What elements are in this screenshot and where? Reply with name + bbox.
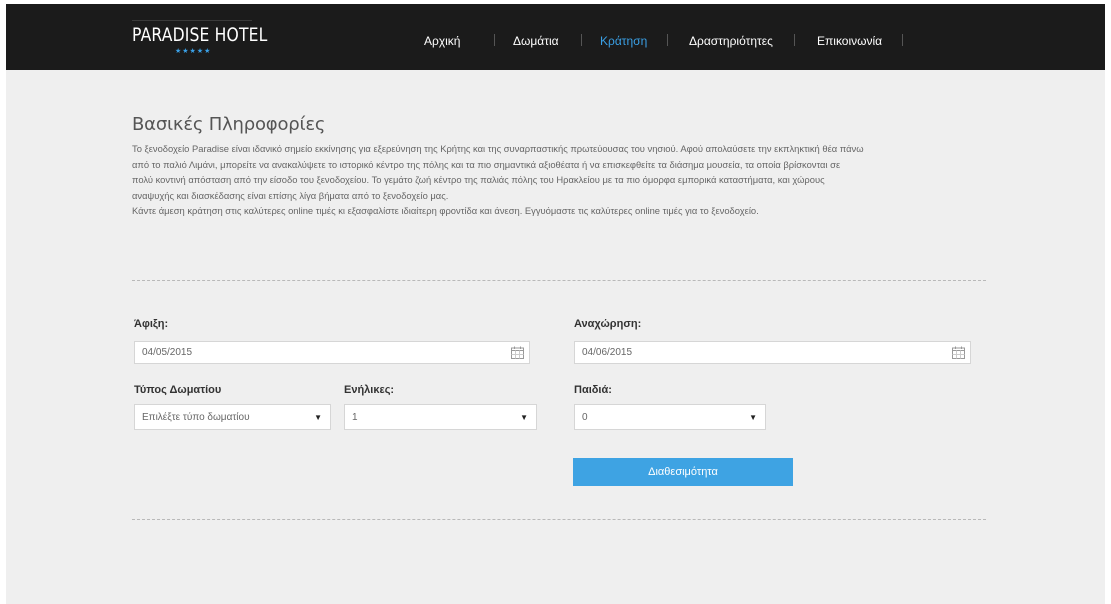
- top-divider: [132, 280, 986, 281]
- nav-item-home[interactable]: Αρχική: [424, 34, 460, 48]
- room-type-label: Τύπος Δωματίου: [134, 384, 222, 396]
- arrival-date-field[interactable]: 04/05/2015: [134, 341, 530, 364]
- paragraph-line: πολύ κοντινή απόσταση από την είσοδο του…: [132, 174, 825, 186]
- arrival-label: Άφιξη:: [134, 318, 169, 330]
- departure-date-value: 04/06/2015: [582, 347, 633, 358]
- nav-separator: [794, 34, 795, 46]
- intro-paragraph: Το ξενοδοχείο Paradise είναι ιδανικό σημ…: [132, 141, 992, 219]
- calendar-icon[interactable]: [952, 346, 965, 359]
- logo-text: PARADISE HOTEL: [132, 24, 268, 46]
- nav-separator: [902, 34, 903, 46]
- page-frame: PARADISE HOTEL ★★★★★ Αρχική Δωμάτια Κράτ…: [6, 4, 1105, 604]
- children-value: 0: [582, 412, 588, 423]
- nav-item-activities[interactable]: Δραστηριότητες: [689, 34, 773, 48]
- children-label: Παιδιά:: [574, 384, 612, 396]
- top-navbar: PARADISE HOTEL ★★★★★ Αρχική Δωμάτια Κράτ…: [6, 4, 1105, 70]
- children-select[interactable]: 0 ▼: [574, 404, 766, 430]
- adults-value: 1: [352, 412, 358, 423]
- bottom-divider: [132, 519, 986, 520]
- nav-item-contact[interactable]: Επικοινωνία: [817, 34, 882, 48]
- chevron-down-icon: ▼: [314, 413, 322, 422]
- nav-item-rooms[interactable]: Δωμάτια: [513, 34, 559, 48]
- room-type-select[interactable]: Επιλέξτε τύπο δωματίου ▼: [134, 404, 331, 430]
- check-availability-button[interactable]: Διαθεσιμότητα: [573, 458, 793, 486]
- nav-separator: [581, 34, 582, 46]
- paragraph-line: από το παλιό Λιμάνι, μπορείτε να ανακαλύ…: [132, 158, 841, 170]
- departure-date-field[interactable]: 04/06/2015: [574, 341, 971, 364]
- adults-select[interactable]: 1 ▼: [344, 404, 537, 430]
- nav-separator: [494, 34, 495, 46]
- arrival-date-value: 04/05/2015: [142, 347, 193, 358]
- room-type-value: Επιλέξτε τύπο δωματίου: [142, 412, 250, 423]
- nav-item-booking[interactable]: Κράτηση: [600, 34, 647, 48]
- adults-label: Ενήλικες:: [344, 384, 395, 396]
- nav-separator: [667, 34, 668, 46]
- paragraph-line: Κάντε άμεση κράτηση στις καλύτερες onlin…: [132, 205, 759, 217]
- calendar-icon[interactable]: [511, 346, 524, 359]
- chevron-down-icon: ▼: [749, 413, 757, 422]
- paragraph-line: Το ξενοδοχείο Paradise είναι ιδανικό σημ…: [132, 143, 864, 154]
- chevron-down-icon: ▼: [520, 413, 528, 422]
- paragraph-line: αναψυχής και διασκέδασης είναι επίσης λί…: [132, 189, 449, 201]
- departure-label: Αναχώρηση:: [574, 318, 642, 330]
- logo-divider: [132, 20, 252, 21]
- star-rating-icon: ★★★★★: [175, 48, 212, 55]
- section-title: Βασικές Πληροφορίες: [132, 114, 326, 135]
